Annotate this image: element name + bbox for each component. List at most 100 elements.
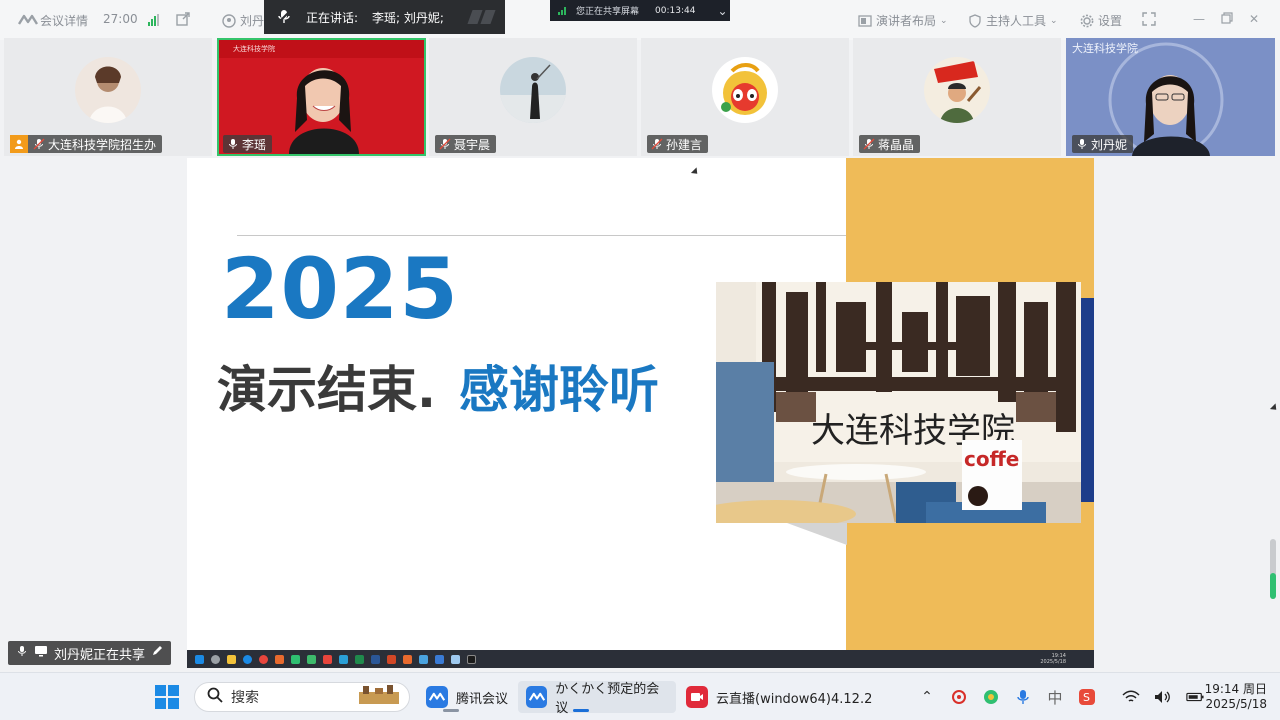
participant-name: 孙建言 <box>666 137 703 152</box>
participant-tile[interactable]: 蒋晶晶 <box>853 38 1061 156</box>
participant-video-strip: 大连科技学院招生办 大连科技学院 李瑶 聂宇晨 孙建言 蒋晶晶 大连科技学院 刘… <box>0 38 1280 158</box>
input-method-icon[interactable]: 中 <box>1046 688 1064 707</box>
participant-tile-active-speaker[interactable]: 大连科技学院 李瑶 <box>217 38 426 156</box>
sogou-icon[interactable]: S <box>1078 688 1096 706</box>
chevron-down-icon: ⌄ <box>1050 15 1058 26</box>
external-link-icon <box>176 12 190 26</box>
word-icon <box>371 654 380 664</box>
slide-title-end: 演示结束. <box>217 361 436 419</box>
powerpoint-icon <box>387 654 396 664</box>
volume-icon[interactable] <box>1154 688 1172 706</box>
meeting-details-label: 会议详情 <box>40 14 89 28</box>
meeting-details-button[interactable]: 会议详情 <box>17 12 89 29</box>
close-button[interactable]: ✕ <box>1247 12 1261 26</box>
screen-share-status[interactable]: 您正在共享屏幕 00:13:44 ⌄ <box>550 0 730 21</box>
shared-screen-taskbar: 19:14 2025/5/18 <box>187 650 1094 668</box>
host-tools-label: 主持人工具 <box>986 14 1047 28</box>
participant-name: 蒋晶晶 <box>878 137 915 152</box>
windows-logo-icon <box>155 685 166 696</box>
tencent-meeting-icon <box>526 686 548 708</box>
participant-tile[interactable]: 聂宇晨 <box>429 38 637 156</box>
shared-screen-area: 2025 演示结束. 感谢聆听 大连科技学院 coffe 19:14 2025/… <box>0 158 1280 670</box>
taskbar-search-box[interactable]: 搜索 <box>194 682 410 712</box>
microphone-icon[interactable] <box>1014 688 1032 706</box>
layout-icon <box>858 14 872 28</box>
host-tools-button[interactable]: 主持人工具 ⌄ <box>968 12 1058 29</box>
participant-tile[interactable]: 大连科技学院招生办 <box>4 38 212 156</box>
app-label: 云直播(window64)4.12.2 <box>716 691 873 707</box>
taskbar-app-live-broadcast[interactable]: 云直播(window64)4.12.2 <box>678 681 880 713</box>
presenter-layout-button[interactable]: 演讲者布局 ⌄ <box>858 12 948 29</box>
presentation-slide: 2025 演示结束. 感谢聆听 大连科技学院 coffe <box>187 158 1094 650</box>
participant-tile[interactable]: 大连科技学院 刘丹妮 <box>1066 38 1275 156</box>
windows-taskbar: 搜索 腾讯会议 かくかく预定的会议 云直播(window64)4.12.2 ⌃ <box>0 672 1280 720</box>
participant-nametag: 孙建言 <box>647 135 709 153</box>
settings-label: 设置 <box>1098 14 1123 28</box>
participant-name: 大连科技学院招生办 <box>48 137 157 152</box>
edge-icon <box>243 654 252 664</box>
windows-start-icon <box>195 654 204 664</box>
presenter-indicator: 刘丹 <box>222 12 264 29</box>
navy-accent-bar <box>1081 298 1094 502</box>
fullscreen-icon <box>1142 12 1156 26</box>
slide-title-thanks: 感谢聆听 <box>459 361 659 419</box>
minimize-icon: — <box>1193 12 1205 26</box>
participant-tile[interactable]: 孙建言 <box>641 38 849 156</box>
restore-button[interactable] <box>1220 12 1234 26</box>
meeting-duration: 27:00 <box>103 12 138 26</box>
sharing-status-label[interactable]: 刘丹妮正在共享 <box>8 641 172 665</box>
photo-shadow <box>787 523 847 545</box>
participant-name: 刘丹妮 <box>1091 137 1128 152</box>
chevron-down-icon[interactable]: ⌄ <box>717 4 727 18</box>
scrollbar-thumb[interactable] <box>1270 573 1276 599</box>
scrollbar[interactable] <box>1270 539 1276 599</box>
taskbar-app-scheduled-meeting[interactable]: かくかく预定的会议 <box>518 681 676 716</box>
excel-icon <box>355 654 364 664</box>
sync-icon[interactable] <box>950 688 968 706</box>
search-placeholder: 搜索 <box>231 690 259 706</box>
network-signal-icon <box>558 6 566 15</box>
svg-text:大连科技学院: 大连科技学院 <box>1072 41 1138 55</box>
search-highlight-icon <box>357 684 401 710</box>
folder-icon <box>227 654 236 664</box>
app-icon <box>403 654 412 664</box>
microphone-muted-icon <box>33 138 45 150</box>
chevron-down-icon: ⌄ <box>940 15 948 26</box>
pencil-icon[interactable] <box>151 645 163 661</box>
system-tray: ⌃ 中 S <box>918 673 1204 720</box>
settings-button[interactable]: 设置 <box>1080 12 1122 29</box>
search-icon <box>207 687 223 707</box>
app-tray-icon[interactable] <box>982 688 1000 706</box>
user-circle-icon <box>222 13 236 28</box>
firefox-icon <box>275 654 284 664</box>
share-screen-toolbar-button[interactable] <box>176 12 190 26</box>
fullscreen-button[interactable] <box>1142 12 1156 26</box>
restore-icon <box>1220 12 1234 26</box>
microphone-icon <box>1076 138 1088 150</box>
audio-wave-icon <box>467 10 496 24</box>
microphone-muted-icon <box>439 138 451 150</box>
taskbar-clock[interactable]: 19:14 周日 2025/5/18 <box>1197 682 1267 712</box>
participant-nametag: 蒋晶晶 <box>859 135 921 153</box>
app-icon <box>467 654 476 664</box>
live-broadcast-icon <box>686 686 708 708</box>
minimize-button[interactable]: — <box>1192 12 1206 26</box>
network-signal-icon[interactable] <box>148 14 159 26</box>
share-status-label: 您正在共享屏幕 <box>576 7 640 17</box>
sharing-label-text: 刘丹妮正在共享 <box>54 647 146 663</box>
avatar <box>500 57 566 123</box>
share-timer: 00:13:44 <box>655 5 696 16</box>
taskbar-app-tencent-meeting[interactable]: 腾讯会议 <box>418 681 516 713</box>
app-icon <box>451 654 460 664</box>
wechat-icon <box>291 654 300 664</box>
participant-nametag: 大连科技学院招生办 <box>10 135 163 153</box>
app-icon <box>323 654 332 664</box>
chrome-icon <box>259 654 268 664</box>
chevron-up-icon[interactable]: ⌃ <box>918 688 936 706</box>
wifi-icon[interactable] <box>1122 688 1140 706</box>
svg-text:S: S <box>1083 691 1090 704</box>
clock-time: 19:14 周日 <box>1204 682 1267 696</box>
windows-start-button[interactable] <box>155 685 179 709</box>
coffee-cup-text: coffe <box>964 447 1019 471</box>
microphone-icon <box>227 138 239 150</box>
